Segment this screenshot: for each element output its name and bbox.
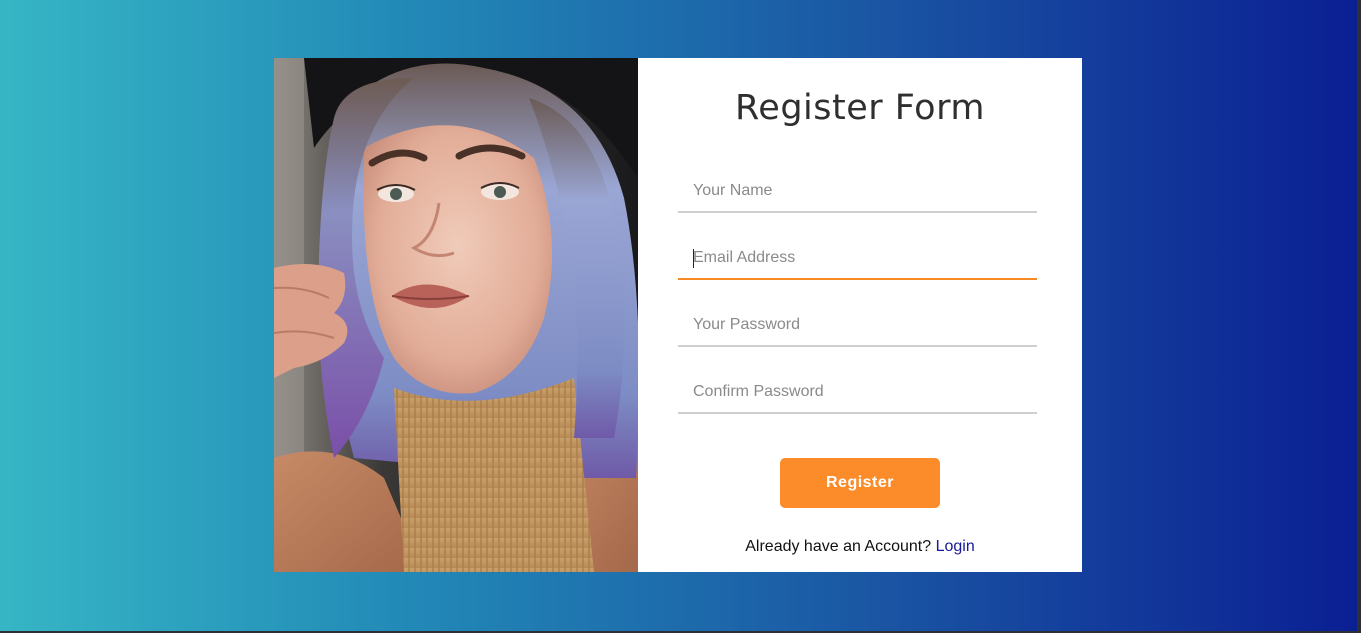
password-input[interactable] bbox=[678, 305, 1037, 345]
form-title: Register Form bbox=[735, 88, 985, 128]
register-form: Register Form Register Already have an A… bbox=[638, 58, 1082, 572]
login-prompt: Already have an Account? Login bbox=[638, 538, 1082, 556]
confirm-password-field bbox=[678, 372, 1037, 414]
portrait-photo bbox=[274, 58, 638, 572]
confirm-password-input[interactable] bbox=[678, 372, 1037, 412]
email-input[interactable] bbox=[678, 238, 1037, 278]
password-field bbox=[678, 305, 1037, 347]
register-card: Register Form Register Already have an A… bbox=[274, 58, 1082, 572]
text-cursor bbox=[693, 249, 694, 268]
register-button[interactable]: Register bbox=[780, 458, 940, 508]
login-link[interactable]: Login bbox=[936, 538, 975, 555]
window-edge bbox=[1357, 0, 1361, 633]
login-prompt-text: Already have an Account? bbox=[745, 538, 932, 555]
email-field bbox=[678, 238, 1037, 280]
name-input[interactable] bbox=[678, 171, 1037, 211]
name-field bbox=[678, 171, 1037, 213]
